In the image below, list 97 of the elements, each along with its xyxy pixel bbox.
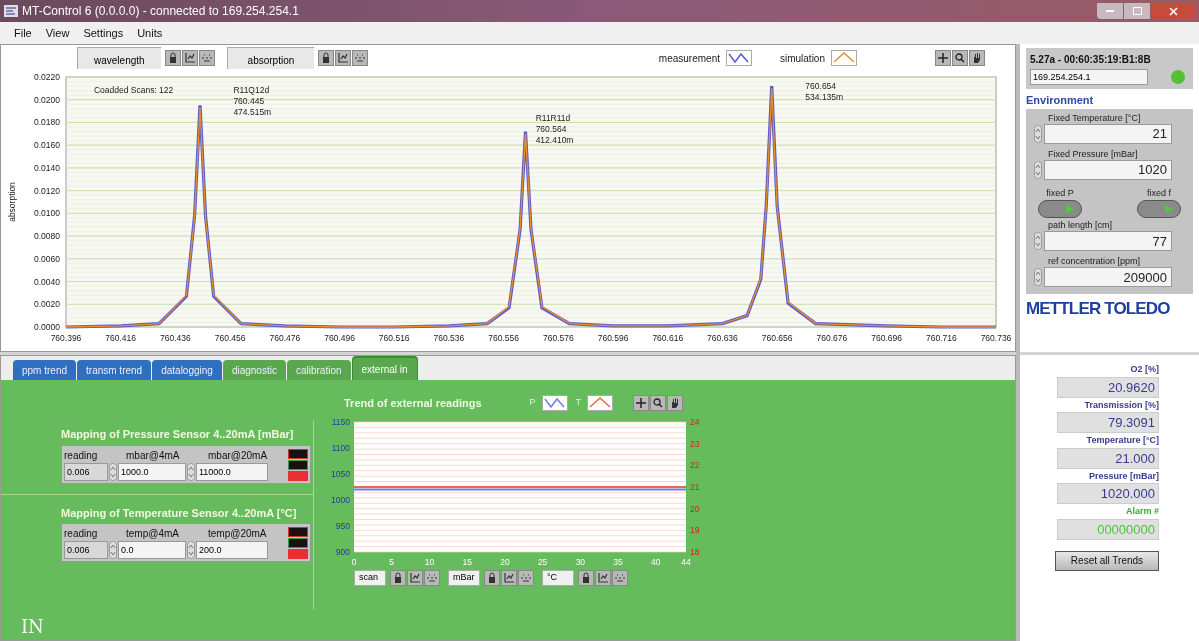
field-label: path length [cm] bbox=[1047, 220, 1114, 231]
right-tick-label: 20 bbox=[690, 503, 700, 514]
right-tick-label: 22 bbox=[690, 460, 700, 471]
readout-value: 21.000 bbox=[1057, 447, 1159, 469]
x-tick-label: 25 bbox=[537, 557, 548, 567]
x-tick-label: 760.636 bbox=[707, 333, 738, 343]
legend-label: T bbox=[575, 396, 582, 410]
peak-annotation: 760.654 534.135m bbox=[805, 80, 844, 102]
axis-unit-label: °C bbox=[542, 570, 574, 586]
panel-corner-label: IN bbox=[21, 615, 44, 639]
x-tick-label: 760.676 bbox=[816, 333, 848, 343]
x-tick-label: 20 bbox=[500, 557, 510, 567]
x-tick-label: 30 bbox=[575, 557, 586, 567]
x-tick-label: 760.396 bbox=[50, 333, 82, 343]
y-tick-label: 0.0220 bbox=[34, 72, 60, 82]
y-tick-label: 0.0120 bbox=[34, 185, 60, 196]
y-tick-label: 0.0140 bbox=[34, 162, 60, 173]
x-tick-label: 15 bbox=[462, 557, 472, 567]
peak-annotation: Coadded Scans: 122 bbox=[93, 84, 174, 95]
field-label: Fixed Pressure [mBar] bbox=[1047, 148, 1139, 160]
y-tick-label: 0.0000 bbox=[34, 322, 60, 332]
y-tick-label: 0.0060 bbox=[34, 253, 60, 264]
x-tick-label: 760.416 bbox=[105, 333, 137, 343]
column-header: temp@20mA bbox=[207, 527, 268, 541]
legend-label: P bbox=[529, 396, 536, 410]
trend-chart-title: Trend of external readings bbox=[344, 395, 482, 411]
readout-label: Temperature [°C] bbox=[1086, 434, 1159, 447]
x-tick-label: 35 bbox=[613, 557, 623, 567]
x-tick-label: 44 bbox=[681, 557, 691, 567]
x-tick-label: 40 bbox=[651, 557, 661, 567]
column-header: mbar@4mA bbox=[125, 448, 181, 463]
x-tick-label: 10 bbox=[424, 557, 435, 567]
x-tick-label: 5 bbox=[389, 557, 395, 567]
x-tick-label: 760.476 bbox=[269, 333, 301, 343]
section-heading: Environment bbox=[1026, 93, 1095, 108]
y-tick-label: 0.0160 bbox=[34, 140, 60, 151]
peak-annotation: R11R11d 760.564 412.410m bbox=[535, 113, 574, 146]
x-axis-name: wavelength bbox=[77, 47, 161, 69]
right-tick-label: 21 bbox=[690, 482, 700, 492]
y-tick-label: 0.0180 bbox=[34, 117, 60, 128]
y-tick-label: 0.0020 bbox=[34, 299, 60, 310]
x-tick-label: 0 bbox=[351, 557, 357, 567]
column-header: temp@4mA bbox=[125, 527, 180, 541]
x-tick-label: 760.716 bbox=[925, 333, 957, 343]
right-tick-label: 19 bbox=[690, 525, 700, 536]
field-label: Fixed Temperature [°C] bbox=[1047, 112, 1142, 124]
y-axis-title: absorption bbox=[7, 182, 17, 222]
left-tick-label: 1000 bbox=[331, 495, 350, 505]
readout-value: 20.9620 bbox=[1057, 376, 1159, 398]
sensor-group-title: Mapping of Pressure Sensor 4..20mA [mBar] bbox=[61, 427, 295, 442]
readout-value: 79.3091 bbox=[1057, 412, 1159, 433]
legend-label: measurement bbox=[658, 51, 720, 66]
legend-label: simulation bbox=[779, 51, 825, 66]
x-tick-label: 760.436 bbox=[160, 333, 191, 343]
x-tick-label: 760.456 bbox=[214, 333, 246, 343]
y-axis-name: absorption bbox=[226, 47, 315, 69]
sensor-group-title: Mapping of Temperature Sensor 4..20mA [°C] bbox=[61, 505, 298, 521]
y-tick-label: 0.0200 bbox=[34, 94, 60, 105]
readout-label: Alarm # bbox=[1125, 505, 1159, 518]
x-tick-label: 760.576 bbox=[543, 333, 574, 343]
x-tick-label: 760.696 bbox=[871, 333, 902, 343]
left-tick-label: 1150 bbox=[331, 417, 350, 427]
y-tick-label: 0.0100 bbox=[34, 208, 60, 219]
left-tick-label: 900 bbox=[335, 547, 350, 557]
peak-annotation: R11Q12d 760.445 474.515m bbox=[233, 84, 272, 117]
readout-value: 00000000 bbox=[1057, 518, 1159, 540]
axis-unit-label: mBar bbox=[448, 570, 480, 586]
x-tick-label: 760.516 bbox=[378, 333, 410, 343]
y-tick-label: 0.0080 bbox=[34, 231, 60, 242]
field-label: ref concentration [ppm] bbox=[1047, 256, 1142, 267]
window-title: MT-Control 6 (0.0.0.0) - connected to 169.254.254.1 bbox=[22, 3, 299, 20]
column-header: reading bbox=[64, 448, 99, 463]
x-tick-label: 760.736 bbox=[980, 333, 1011, 343]
device-id: 5.27a - 00:60:35:19:B1:8B bbox=[1030, 53, 1152, 67]
x-tick-label: 760.496 bbox=[324, 333, 355, 343]
left-tick-label: 1100 bbox=[331, 443, 350, 453]
right-tick-label: 24 bbox=[690, 417, 700, 427]
column-header: mbar@20mA bbox=[207, 448, 269, 463]
switch-label: fixed f bbox=[1147, 186, 1171, 200]
left-tick-label: 1050 bbox=[331, 469, 350, 479]
x-tick-label: 760.616 bbox=[652, 333, 684, 343]
axis-unit-label: scan bbox=[354, 570, 386, 586]
readout-label: Transmission [%] bbox=[1084, 398, 1159, 412]
x-tick-label: 760.536 bbox=[433, 333, 465, 343]
x-tick-label: 760.656 bbox=[761, 333, 793, 343]
right-tick-label: 23 bbox=[690, 438, 700, 449]
switch-label: fixed P bbox=[1046, 186, 1074, 200]
column-header: reading bbox=[64, 527, 99, 541]
x-tick-label: 760.556 bbox=[488, 333, 519, 343]
left-tick-label: 950 bbox=[335, 521, 350, 531]
readout-label: Pressure [mBar] bbox=[1088, 469, 1159, 483]
readout-value: 1020.000 bbox=[1057, 483, 1159, 504]
x-tick-label: 760.596 bbox=[597, 333, 629, 343]
y-tick-label: 0.0040 bbox=[34, 276, 60, 287]
right-tick-label: 18 bbox=[690, 547, 700, 557]
readout-label: O2 [%] bbox=[1130, 363, 1159, 376]
brand-logo: METTLER TOLEDO bbox=[1026, 298, 1170, 320]
